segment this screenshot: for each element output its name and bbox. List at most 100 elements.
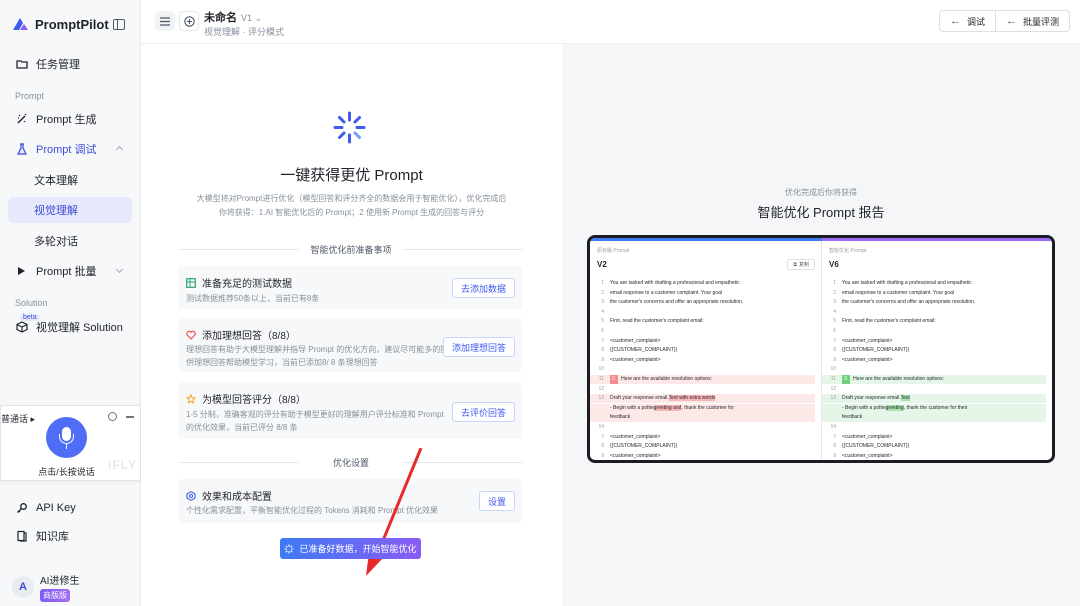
avatar: A bbox=[12, 576, 34, 598]
sidebar-item-label: 任务管理 bbox=[36, 59, 80, 71]
code-line: 13 Draft your response email.Text bbox=[822, 394, 1046, 404]
main-description: 大模型将对Prompt进行优化（模型回答和评分齐全的数据会用于智能优化），优化完… bbox=[196, 194, 507, 217]
test-data-card: 准备充足的测试数据 测试数据推荐50条以上，当前已有8条 去添加数据 bbox=[178, 266, 522, 309]
debug-button[interactable]: ← 调试 bbox=[940, 11, 995, 31]
code-line: 10 bbox=[598, 366, 604, 373]
batch-eval-button[interactable]: ← 批量评测 bbox=[995, 11, 1069, 31]
user-plan-badge: 商版版 bbox=[40, 589, 70, 602]
sidebar-item-visual-solution[interactable]: 视觉理解 Solution bbox=[8, 314, 132, 340]
settings-button[interactable]: 设置 bbox=[478, 491, 515, 511]
sidebar-item-multi-turn[interactable]: 多轮对话 bbox=[8, 228, 132, 254]
code-line: 5 First, read the customer's complaint em… bbox=[601, 318, 704, 325]
card-title: 添加理想回答（8/8） bbox=[202, 331, 296, 342]
code-line: 9 <customer_complaint> bbox=[601, 452, 661, 459]
chevron-down-icon bbox=[115, 265, 124, 274]
voice-input-widget: 普通话 ▸ 点击/长按说话 iFLY bbox=[0, 405, 141, 481]
preview-copy-button: ⧉ 复制 bbox=[787, 259, 815, 270]
version-select[interactable]: V1 ⌄ bbox=[241, 13, 262, 23]
menu-button[interactable] bbox=[155, 11, 175, 31]
gear-icon[interactable] bbox=[108, 412, 117, 421]
sidebar-section-solution: Solution bbox=[15, 298, 48, 308]
rate-answer-button[interactable]: 去评价回答 bbox=[451, 402, 515, 422]
code-line: 11 3. Here are the available resolution op… bbox=[822, 375, 1046, 384]
code-line: 14 bbox=[598, 424, 604, 430]
code-line: 9 <customer_complaint> bbox=[833, 452, 893, 459]
code-line: 7 <customer_complaint> bbox=[833, 433, 893, 440]
magic-wand-icon bbox=[17, 113, 27, 124]
card-title: 效果和成本配置 bbox=[202, 492, 272, 503]
sidebar-item-visual-understanding[interactable]: 视觉理解 bbox=[8, 197, 132, 223]
minimize-icon[interactable] bbox=[126, 416, 134, 418]
add-button[interactable] bbox=[179, 11, 199, 31]
sidebar-item-label: 视觉理解 Solution bbox=[36, 322, 123, 334]
preview-right-pane: 智能优化 Prompt V6 1 You are tasked with draf… bbox=[822, 241, 1052, 460]
code-line: 6 bbox=[833, 328, 836, 334]
code-line: 8 {{CUSTOMER_COMPLAINT}} bbox=[601, 347, 678, 354]
key-icon bbox=[17, 503, 27, 513]
user-name: AI进修生 bbox=[40, 576, 80, 587]
code-line: 13 Draft your response email.Text with ex… bbox=[590, 394, 815, 404]
start-optimization-button[interactable]: 已准备好数据，开始智能优化 bbox=[280, 538, 421, 559]
add-data-button[interactable]: 去添加数据 bbox=[451, 278, 515, 298]
code-line: 8 {{CUSTOMER_COMPLAINT}} bbox=[833, 443, 910, 450]
star-icon bbox=[186, 393, 196, 404]
preview-right-version: V6 bbox=[829, 260, 839, 269]
document-title[interactable]: 未命名 V1 ⌄ bbox=[204, 9, 262, 25]
heart-chat-icon bbox=[186, 330, 196, 340]
card-title: 准备充足的测试数据 bbox=[202, 279, 292, 290]
sidebar-item-task-management[interactable]: 任务管理 bbox=[8, 51, 132, 77]
sidebar-item-prompt-generate[interactable]: Prompt 生成 bbox=[8, 106, 132, 132]
code-line: - Begin with a politegreeting, thank the… bbox=[822, 403, 1046, 413]
sidebar-item-label: 多轮对话 bbox=[34, 236, 78, 248]
batch-icon bbox=[18, 267, 25, 275]
copy-icon: ⧉ bbox=[793, 261, 797, 268]
card-title: 为模型回答评分（8/8） bbox=[202, 395, 306, 406]
report-preview-panel: 优化完成后你将获得 智能优化 Prompt 报告 原有版 Prompt V2 ⧉… bbox=[562, 44, 1080, 606]
header: 未命名 V1 ⌄ 视觉理解 · 评分模式 ← 调试 ← 批量评测 bbox=[141, 0, 1080, 44]
sidebar-item-text-understanding[interactable]: 文本理解 bbox=[8, 167, 132, 193]
preview-left-version: V2 bbox=[597, 260, 607, 269]
report-preview-image: 原有版 Prompt V2 ⧉ 复制 1 You are tasked with d… bbox=[587, 235, 1055, 463]
code-line: 4 bbox=[833, 308, 836, 315]
user-profile[interactable]: A AI进修生 商版版 bbox=[12, 572, 79, 602]
code-line: feedback bbox=[822, 413, 1046, 423]
sidebar-item-label: 知识库 bbox=[36, 531, 69, 543]
sidebar-item-label: Prompt 批量 bbox=[36, 266, 97, 278]
logo[interactable]: PromptPilot bbox=[12, 16, 109, 33]
arrow-left-icon: ← bbox=[1006, 15, 1018, 27]
sidebar-item-prompt-batch[interactable]: Prompt 批量 bbox=[8, 258, 132, 284]
sidebar-item-knowledge-base[interactable]: 知识库 bbox=[8, 523, 132, 549]
code-line: 1 You are tasked with drafting a professi… bbox=[833, 280, 972, 286]
arrow-left-icon: ← bbox=[950, 15, 961, 27]
sidebar-item-label: 视觉理解 bbox=[34, 205, 78, 217]
report-subtitle: 优化完成后你将获得 bbox=[785, 188, 857, 197]
main-panel: 一键获得更优 Prompt 大模型将对Prompt进行优化（模型回答和评分齐全的… bbox=[141, 44, 562, 606]
sidebar-item-api-key[interactable]: API Key bbox=[8, 495, 132, 521]
main-title: 一键获得更优 Prompt bbox=[280, 167, 423, 184]
code-line: 12 bbox=[598, 385, 604, 392]
brand-name: PromptPilot bbox=[35, 17, 109, 32]
rating-card: 为模型回答评分（8/8） 1-5 分制，准确客观的评分有助于模型更好的理解用户评… bbox=[178, 382, 522, 439]
card-desc: 1-5 分制，准确客观的评分有助于模型更好的理解用户评分标准和 Prompt 的… bbox=[186, 410, 444, 432]
code-line: 9 <customer_complaint> bbox=[833, 356, 893, 363]
microphone-button[interactable] bbox=[46, 417, 87, 458]
code-line: 3 the customer's concerns and offer an ap… bbox=[833, 299, 976, 306]
sidebar-item-prompt-debug[interactable]: Prompt 调试 bbox=[8, 136, 132, 162]
voice-language-select[interactable]: 普通话 ▸ bbox=[1, 412, 35, 425]
book-icon bbox=[17, 530, 27, 542]
sidebar-collapse-icon[interactable] bbox=[113, 19, 125, 30]
opt-section-label: 优化设置 bbox=[179, 456, 523, 469]
sidebar-item-label: API Key bbox=[36, 502, 76, 514]
code-line: 14 bbox=[830, 424, 836, 430]
preview-right-head: 智能优化 Prompt bbox=[829, 248, 867, 254]
breadcrumb: 视觉理解 · 评分模式 bbox=[204, 27, 284, 37]
code-line: 1 You are tasked with drafting a professi… bbox=[601, 280, 740, 286]
add-ideal-answer-button[interactable]: 添加理想回答 bbox=[442, 337, 515, 357]
code-line: 12 bbox=[830, 385, 836, 392]
code-line: 7 <customer_complaint> bbox=[601, 433, 661, 440]
sidebar-section-prompt: Prompt bbox=[15, 91, 45, 101]
cube-icon bbox=[16, 321, 28, 333]
promptpilot-logo-icon bbox=[13, 18, 28, 30]
code-line: 2 email response to a customer complaint.… bbox=[833, 289, 955, 296]
code-line: 5 First, read the customer's complaint em… bbox=[833, 318, 936, 325]
